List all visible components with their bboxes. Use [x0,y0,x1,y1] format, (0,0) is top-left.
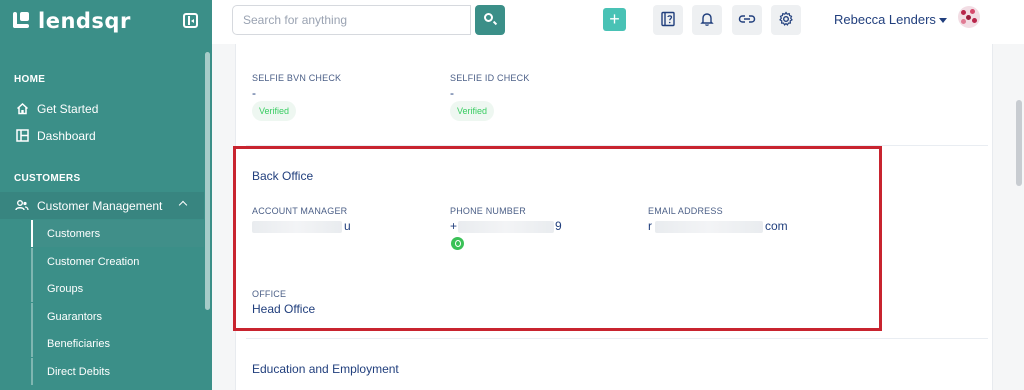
section-heading-home: HOME [14,74,46,85]
notifications-button[interactable] [692,5,722,35]
sidebar-item-guarantors[interactable]: Guarantors [31,303,204,330]
selfie-bvn-check-value: - [252,86,256,100]
users-icon [15,199,29,213]
home-icon [15,102,29,116]
sidebar: lendsqr HOME Get Started Dashboard CUSTO… [0,0,212,390]
brand-name: lendsqr [38,9,131,33]
sidebar-item-label: Customers [47,227,101,240]
sidebar-item-label: Guarantors [47,310,103,323]
sidebar-item-groups[interactable]: Groups [31,275,204,302]
dashboard-icon [15,129,29,143]
sidebar-item-label: Get Started [37,101,99,116]
selfie-bvn-check-label: SELFIE BVN CHECK [252,73,342,83]
status-badge: Verified [450,101,495,121]
help-icon [660,11,676,30]
highlight-box [233,146,882,331]
search-button[interactable] [475,5,505,35]
selfie-id-check-value: - [450,86,454,100]
section-heading-customers: CUSTOMERS [14,173,81,184]
search-icon [484,13,493,22]
sidebar-item-label: Dashboard [37,128,96,143]
link-icon [738,12,756,29]
sidebar-item-label: Beneficiaries [47,337,110,350]
search-input[interactable]: Search for anything [232,5,471,35]
status-badge: Verified [252,101,297,121]
sidebar-item-direct-debits[interactable]: Direct Debits [31,358,204,385]
gear-icon [778,10,794,30]
collapse-sidebar-icon[interactable] [183,13,198,28]
lendsqr-logo[interactable]: lendsqr [12,8,131,34]
user-name[interactable]: Rebecca Lenders [834,12,936,27]
logo-mark-icon [12,10,34,32]
link-button[interactable] [732,5,762,35]
help-button[interactable] [653,5,683,35]
top-bar: Search for anything + Rebecca Lenders [212,0,1024,44]
bell-icon [699,11,715,30]
sidebar-item-label: Groups [47,282,84,295]
main-scrollbar[interactable] [1016,100,1022,186]
chevron-up-icon[interactable] [178,200,188,210]
sidebar-item-label: Customer Management [37,198,163,213]
sidebar-item-dashboard[interactable]: Dashboard [0,122,204,149]
sidebar-item-customer-management[interactable]: Customer Management [0,192,204,219]
settings-button[interactable] [771,5,801,35]
sidebar-item-beneficiaries[interactable]: Beneficiaries [31,330,204,357]
sidebar-item-customers[interactable]: Customers [31,220,204,247]
sidebar-item-customer-creation[interactable]: Customer Creation [31,248,204,275]
sidebar-item-get-started[interactable]: Get Started [0,95,204,122]
sidebar-item-label: Customer Creation [47,255,140,268]
caret-down-icon[interactable] [939,18,947,23]
divider [246,338,988,339]
avatar[interactable] [958,6,980,28]
education-employment-title: Education and Employment [252,362,399,376]
selfie-id-check-label: SELFIE ID CHECK [450,73,530,83]
add-button[interactable]: + [603,8,626,31]
sidebar-item-label: Direct Debits [47,365,110,378]
sidebar-scrollbar[interactable] [205,52,210,310]
